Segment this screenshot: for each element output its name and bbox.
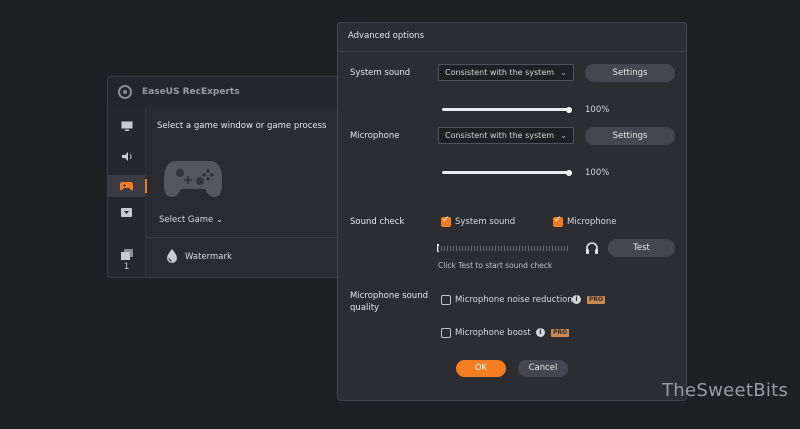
divider (146, 237, 348, 238)
app-title: EaseUS RecExperts (142, 87, 240, 97)
title-bar: EaseUS RecExperts (108, 77, 348, 107)
pro-badge: PRO (587, 295, 606, 304)
dropdown-icon (121, 207, 132, 217)
recordings-count: 1 (123, 262, 130, 272)
audio-mode-button[interactable] (108, 145, 145, 167)
monitor-icon (121, 121, 132, 131)
microphone-volume-slider[interactable] (442, 171, 570, 174)
noise-reduction-checkbox[interactable] (441, 295, 451, 305)
microphone-checkbox[interactable] (553, 215, 563, 227)
game-heading: Select a game window or game process (157, 121, 327, 131)
chevron-down-icon: ⌄ (215, 215, 224, 225)
site-watermark: TheSweetBits (662, 380, 789, 401)
more-modes-button[interactable] (108, 201, 145, 223)
select-game-dropdown[interactable]: Select Game ⌄ (159, 215, 223, 225)
sound-check-hint: Click Test to start sound check (438, 261, 553, 270)
app-logo-icon (118, 85, 132, 99)
layers-icon (120, 248, 133, 260)
mic-boost-checkbox[interactable] (441, 328, 451, 338)
gamepad-icon (164, 161, 222, 197)
microphone-settings-button[interactable]: Settings (585, 127, 675, 145)
gamepad-icon (120, 182, 133, 191)
speaker-icon (121, 151, 131, 161)
chevron-down-icon: ⌄ (560, 68, 567, 77)
microphone-select-value: Consistent with the system (445, 131, 555, 140)
pro-badge: PRO (551, 328, 570, 337)
screen-mode-button[interactable] (108, 115, 145, 137)
microphone-checkbox-label[interactable]: Microphone (567, 217, 616, 227)
side-rail: 1 (108, 107, 147, 277)
system-sound-checkbox-label[interactable]: System sound (455, 217, 515, 227)
select-game-label: Select Game (159, 215, 214, 225)
system-sound-select[interactable]: Consistent with the system ⌄ (438, 64, 574, 81)
system-sound-volume-handle[interactable] (566, 106, 572, 113)
chevron-down-icon: ⌄ (560, 131, 567, 140)
advanced-options-dialog: Advanced options System sound Consistent… (337, 22, 687, 401)
microphone-volume-value: 100% (585, 168, 610, 178)
watermark-drop-icon (167, 249, 177, 263)
watermark-option[interactable]: Watermark (185, 252, 232, 262)
ok-button[interactable]: OK (456, 360, 506, 377)
sound-check-label: Sound check (350, 217, 405, 227)
noise-reduction-label[interactable]: Microphone noise reduction (455, 295, 573, 305)
info-icon[interactable]: i (536, 328, 545, 337)
microphone-label: Microphone (350, 131, 400, 141)
sound-level-meter (438, 246, 568, 251)
game-mode-button[interactable] (108, 175, 147, 197)
system-sound-settings-button[interactable]: Settings (585, 64, 675, 82)
cancel-button[interactable]: Cancel (518, 360, 568, 377)
system-sound-volume-value: 100% (585, 105, 610, 115)
system-sound-volume-slider[interactable] (442, 108, 570, 111)
headphone-icon (586, 242, 598, 254)
mic-quality-label: Microphone sound quality (350, 291, 428, 313)
test-button[interactable]: Test (608, 239, 675, 257)
microphone-select[interactable]: Consistent with the system ⌄ (438, 127, 574, 144)
info-icon[interactable]: i (572, 295, 581, 304)
dialog-title: Advanced options (348, 31, 424, 41)
microphone-volume-handle[interactable] (566, 169, 572, 176)
divider (338, 51, 686, 52)
system-sound-select-value: Consistent with the system (445, 68, 555, 77)
recexperts-window: EaseUS RecExperts 1 Select a game window… (107, 76, 349, 278)
mic-boost-label[interactable]: Microphone boost (455, 328, 531, 338)
system-sound-label: System sound (350, 68, 411, 78)
system-sound-checkbox[interactable] (441, 215, 451, 227)
